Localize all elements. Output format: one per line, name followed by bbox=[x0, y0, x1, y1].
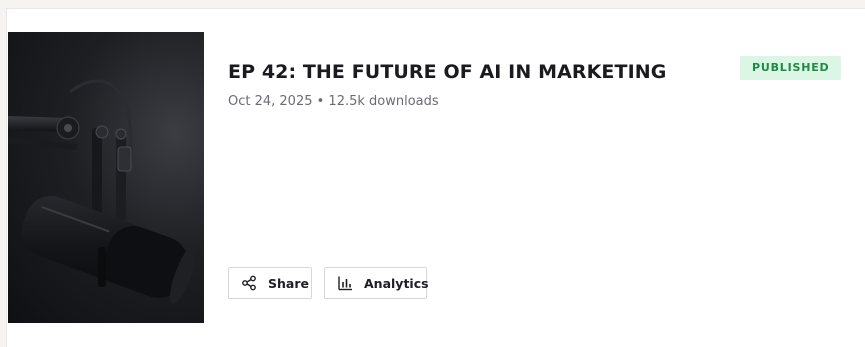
top-divider bbox=[0, 0, 865, 9]
share-icon bbox=[241, 275, 257, 291]
status-badge: PUBLISHED bbox=[740, 56, 842, 80]
podcast-microphone-image bbox=[8, 79, 196, 304]
episode-thumbnail[interactable] bbox=[8, 32, 204, 323]
episode-card-frame: EP 42: THE FUTURE OF AI IN MARKETING Oct… bbox=[0, 0, 865, 347]
bar-chart-icon bbox=[337, 275, 353, 291]
analytics-button[interactable]: Analytics bbox=[324, 267, 429, 299]
episode-title[interactable]: EP 42: THE FUTURE OF AI IN MARKETING bbox=[228, 61, 666, 83]
share-button[interactable]: Share bbox=[228, 267, 312, 299]
share-button-label: Share bbox=[268, 275, 309, 291]
episode-card: EP 42: THE FUTURE OF AI IN MARKETING Oct… bbox=[7, 9, 865, 347]
analytics-button-label: Analytics bbox=[364, 275, 429, 291]
left-divider bbox=[0, 8, 7, 347]
episode-meta: Oct 24, 2025 • 12.5k downloads bbox=[228, 94, 439, 109]
